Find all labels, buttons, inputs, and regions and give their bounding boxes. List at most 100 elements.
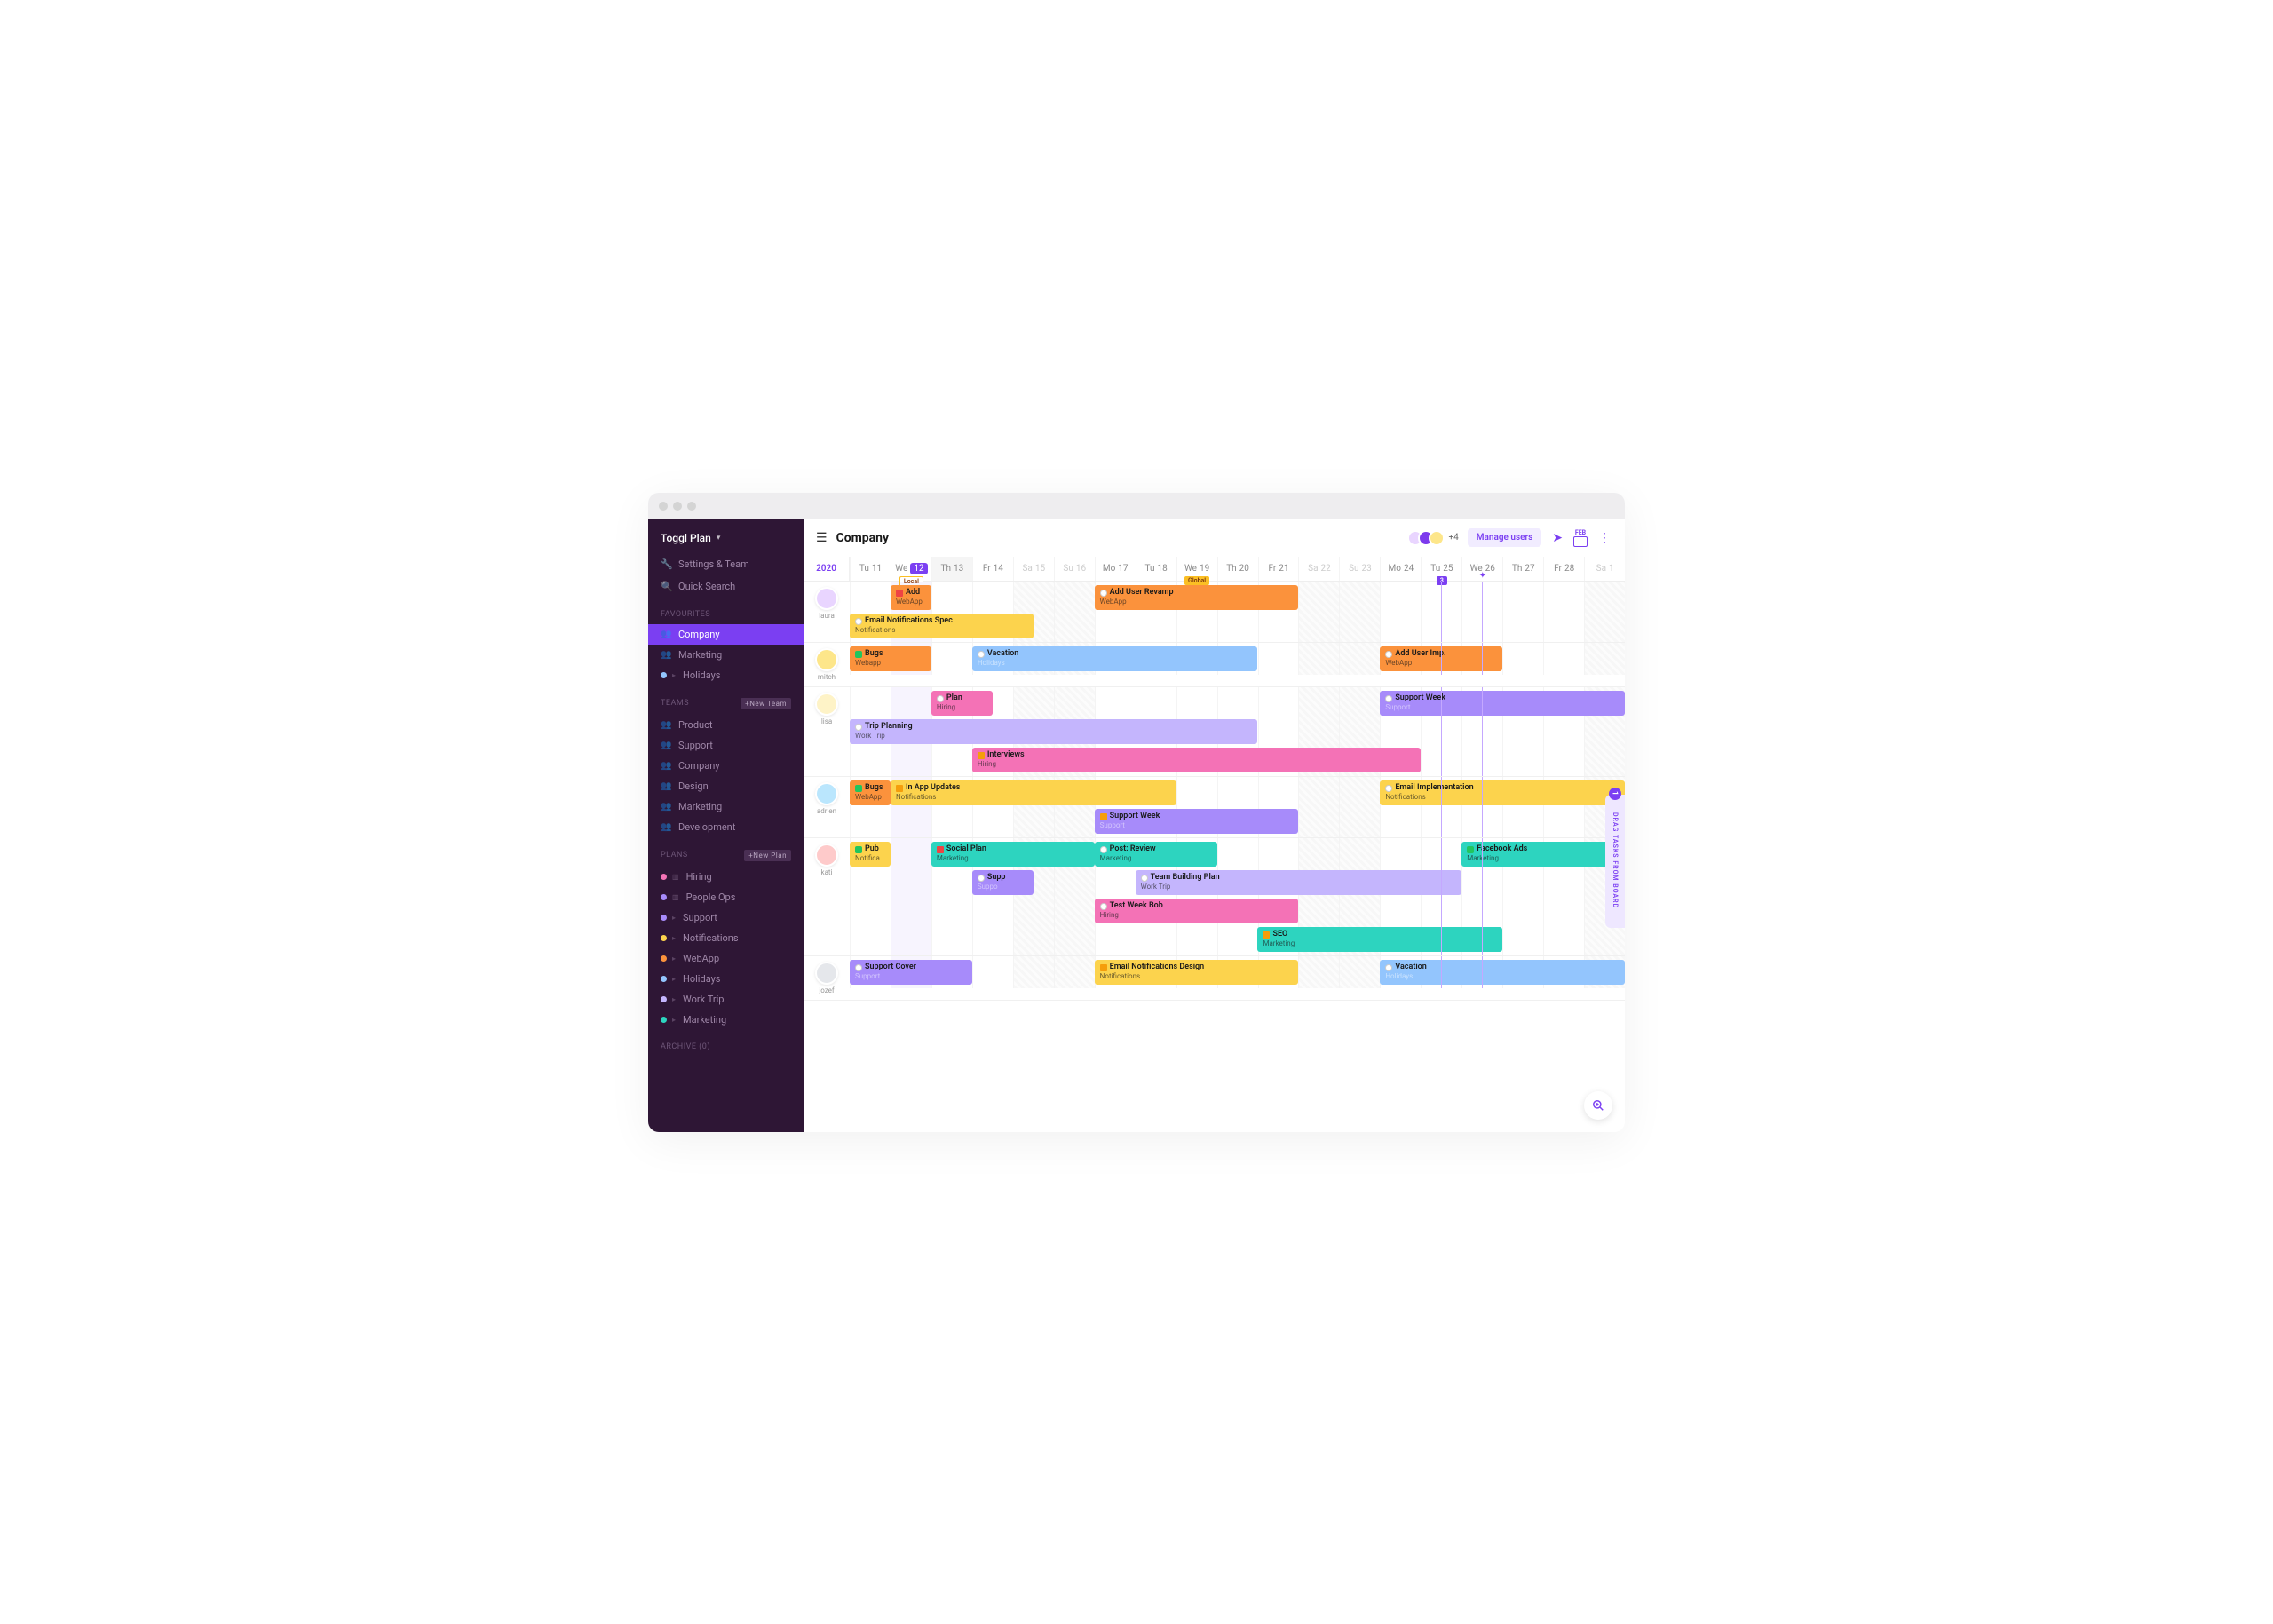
sidebar-team-item[interactable]: 👥Development xyxy=(648,817,804,837)
person-name: jozef xyxy=(819,986,834,994)
day-header-cell[interactable]: Tu 253 xyxy=(1421,557,1461,581)
sidebar-team-item[interactable]: 👥Company xyxy=(648,756,804,776)
sidebar-favourite-item[interactable]: ▸Holidays xyxy=(648,665,804,685)
sidebar-plan-item[interactable]: ▸Support xyxy=(648,907,804,928)
sidebar-team-item[interactable]: 👥Marketing xyxy=(648,796,804,817)
person-label[interactable]: jozef xyxy=(804,956,850,1000)
task-title: Bugs xyxy=(865,649,883,659)
people-icon: 👥 xyxy=(661,741,671,750)
sidebar-favourite-item[interactable]: 👥Marketing xyxy=(648,645,804,665)
member-avatars[interactable]: +4 xyxy=(1413,530,1458,546)
task-bar[interactable]: Email Notifications Spec Notifications xyxy=(850,614,1034,638)
day-header-cell[interactable]: Tu 18 xyxy=(1136,557,1176,581)
menu-icon[interactable]: ☰ xyxy=(816,531,828,545)
sidebar-team-item[interactable]: 👥Support xyxy=(648,735,804,756)
manage-users-button[interactable]: Manage users xyxy=(1468,528,1541,547)
task-project: Notifica xyxy=(855,854,885,863)
search-link[interactable]: 🔍 Quick Search xyxy=(648,575,804,598)
task-status-icon xyxy=(855,785,862,792)
traffic-light-close[interactable] xyxy=(659,502,668,511)
task-bar[interactable]: Vacation Holidays xyxy=(972,646,1258,671)
sidebar-plan-item[interactable]: ▥People Ops xyxy=(648,887,804,907)
day-header-cell[interactable]: Mo 24 xyxy=(1380,557,1421,581)
day-header-cell[interactable]: Fr 28 xyxy=(1543,557,1584,581)
person-label[interactable]: kati xyxy=(804,838,850,955)
sidebar-plan-item[interactable]: ▸Marketing xyxy=(648,1010,804,1030)
task-bar[interactable]: Facebook Ads Marketing xyxy=(1461,842,1625,867)
person-label[interactable]: adrien xyxy=(804,777,850,837)
day-header-cell[interactable]: Mo 17 xyxy=(1095,557,1136,581)
task-status-icon xyxy=(978,875,985,882)
day-header-cell[interactable]: Tu 11 xyxy=(850,557,891,581)
day-header-cell[interactable]: Fr 14 xyxy=(972,557,1013,581)
day-header-cell[interactable]: Su 23 xyxy=(1339,557,1380,581)
task-bar[interactable]: Add User Revamp WebApp xyxy=(1095,585,1299,610)
day-header-cell[interactable]: Sa 15 xyxy=(1013,557,1054,581)
task-bar[interactable]: Social Plan Marketing xyxy=(931,842,1095,867)
task-bar[interactable]: Trip Planning Work Trip xyxy=(850,719,1257,744)
task-bar[interactable]: Pub Notifica xyxy=(850,842,891,867)
workspace-switcher[interactable]: Toggl Plan ▾ xyxy=(648,519,804,553)
task-bar[interactable]: Post: Review Marketing xyxy=(1095,842,1217,867)
task-bar[interactable]: Vacation Holidays xyxy=(1380,960,1625,985)
task-title: Add xyxy=(906,588,920,598)
task-bar[interactable]: Support Week Support xyxy=(1095,809,1299,834)
sidebar-plan-item[interactable]: ▸Notifications xyxy=(648,928,804,948)
day-header-cell[interactable]: Sa 22 xyxy=(1298,557,1339,581)
day-header-cell[interactable]: Fr 21 xyxy=(1258,557,1299,581)
task-bar[interactable]: Bugs Webapp xyxy=(850,646,931,671)
day-header-cell[interactable]: Th 13 xyxy=(931,557,972,581)
search-label: Quick Search xyxy=(678,581,735,592)
task-bar[interactable]: Interviews Hiring xyxy=(972,748,1421,772)
task-bar[interactable]: Bugs WebApp xyxy=(850,780,891,805)
task-bar[interactable]: Plan Hiring xyxy=(931,691,993,716)
task-bar[interactable]: In App Updates Notifications xyxy=(891,780,1176,805)
drag-tasks-panel[interactable]: 1 DRAG TASKS FROM BOARD xyxy=(1605,795,1625,928)
traffic-light-max[interactable] xyxy=(687,502,696,511)
task-bar[interactable]: Support Cover Support xyxy=(850,960,972,985)
sidebar-team-item[interactable]: 👥Design xyxy=(648,776,804,796)
person-label[interactable]: laura xyxy=(804,582,850,642)
new-team-button[interactable]: +New Team xyxy=(741,698,791,709)
task-bar[interactable]: SEO Marketing xyxy=(1257,927,1502,952)
sidebar-team-item[interactable]: 👥Product xyxy=(648,715,804,735)
member-overflow-count: +4 xyxy=(1448,533,1458,543)
sidebar-plan-item[interactable]: ▸Holidays xyxy=(648,969,804,989)
task-bar[interactable]: Email Notifications Design Notifications xyxy=(1095,960,1299,985)
task-bar[interactable]: Test Week Bob Hiring xyxy=(1095,899,1299,923)
day-header-cell[interactable]: We 26✦ xyxy=(1461,557,1502,581)
sidebar-favourite-item[interactable]: 👥Company xyxy=(648,624,804,645)
more-icon[interactable]: ⋮ xyxy=(1596,531,1612,545)
traffic-light-min[interactable] xyxy=(673,502,682,511)
day-header-cell[interactable]: We 12Local xyxy=(891,557,931,581)
archive-header[interactable]: ARCHIVE (0) xyxy=(648,1030,804,1057)
settings-link[interactable]: 🔧 Settings & Team xyxy=(648,553,804,575)
sidebar-plan-item[interactable]: ▸Work Trip xyxy=(648,989,804,1010)
people-icon: 👥 xyxy=(661,822,671,832)
person-label[interactable]: lisa xyxy=(804,687,850,776)
task-title: Email Notifications Spec xyxy=(865,616,953,626)
task-project: Marketing xyxy=(1100,854,1212,863)
day-header-cell[interactable]: We 19Global xyxy=(1176,557,1217,581)
sidebar-plan-item[interactable]: ▥Hiring xyxy=(648,867,804,887)
zoom-button[interactable] xyxy=(1584,1091,1612,1120)
person-label[interactable]: mitch xyxy=(804,643,850,686)
task-bar[interactable]: Supp Suppo xyxy=(972,870,1034,895)
day-header-cell[interactable]: Su 16 xyxy=(1054,557,1095,581)
task-project: Suppo xyxy=(978,883,1028,891)
share-icon[interactable]: ➤ xyxy=(1550,531,1564,545)
task-bar[interactable]: Email Implementation Notifications xyxy=(1380,780,1625,805)
day-header-cell[interactable]: Th 20 xyxy=(1217,557,1258,581)
task-bar[interactable]: Support Week Support xyxy=(1380,691,1625,716)
task-title: Support Week xyxy=(1395,693,1445,703)
task-bar[interactable]: Add WebApp xyxy=(891,585,931,610)
task-bar[interactable]: Add User Imp. WebApp xyxy=(1380,646,1502,671)
task-bar[interactable]: Team Building Plan Work Trip xyxy=(1136,870,1462,895)
calendar-icon[interactable]: FEB xyxy=(1573,529,1588,547)
sidebar-plan-item[interactable]: ▸WebApp xyxy=(648,948,804,969)
day-header-cell[interactable]: Th 27 xyxy=(1502,557,1543,581)
year-label[interactable]: 2020 xyxy=(804,557,850,581)
timeline-grid[interactable]: laura Add WebApp Add User Revamp WebApp … xyxy=(804,582,1625,1132)
new-plan-button[interactable]: +New Plan xyxy=(744,850,791,861)
day-header-cell[interactable]: Sa 1 xyxy=(1584,557,1625,581)
